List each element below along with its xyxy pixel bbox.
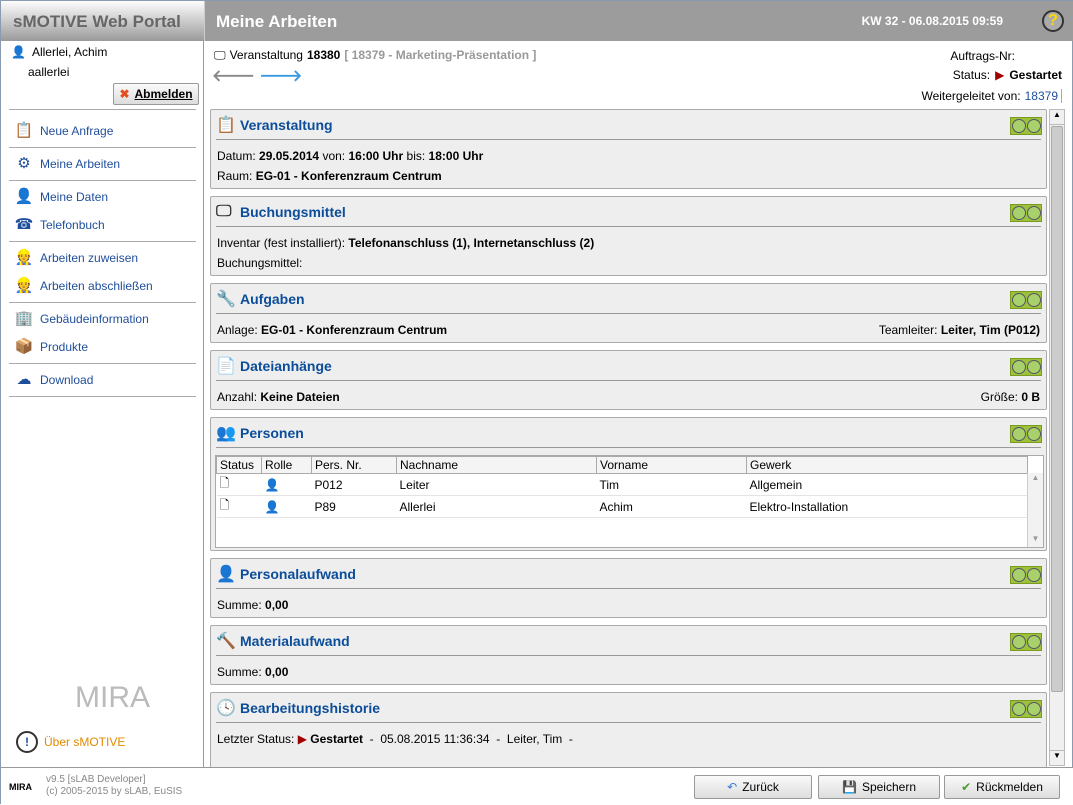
section-bearbeitungshistorie: 🕓 Bearbeitungshistorie Letzter Status: ▶ … xyxy=(210,692,1047,768)
worker-check-icon: 👷 xyxy=(14,277,34,294)
traffic-light-icon xyxy=(1010,566,1042,584)
product-icon: 📦 xyxy=(14,338,34,355)
save-button[interactable]: 💾 Speichern xyxy=(818,775,940,799)
play-icon: ▶ xyxy=(995,68,1005,82)
section-buchungsmittel: 🖵 Buchungsmittel Inventar (fest installie… xyxy=(210,196,1047,276)
gears-icon: ⚙ xyxy=(17,155,31,172)
section-veranstaltung: 📋 Veranstaltung Datum: 29.05.2014 von: 16… xyxy=(210,109,1047,189)
sidebar-item-produkte[interactable]: 📦 Produkte xyxy=(13,333,196,361)
copyright: (c) 2005-2015 by sLAB, EuSIS xyxy=(46,786,183,797)
phone-icon: ☎ xyxy=(14,216,34,233)
forwarded-link[interactable]: 18379 xyxy=(1025,89,1058,103)
check-icon: ✔ xyxy=(961,780,972,794)
order-number-label: Auftrags-Nr: xyxy=(950,49,1015,63)
document-icon: 🗋 xyxy=(216,473,262,496)
new-request-icon: 📋 xyxy=(14,122,34,139)
person-icon: 👤 xyxy=(14,188,34,205)
worker-icon: 👷 xyxy=(14,249,34,266)
table-row[interactable]: 🗋 👤 P89 Allerlei Achim Elektro-Installation xyxy=(216,495,1028,518)
sidebar-item-arbeiten-abschliessen[interactable]: 👷 Arbeiten abschließen xyxy=(13,272,196,300)
sidebar-item-meine-arbeiten[interactable]: ⚙ Meine Arbeiten xyxy=(13,150,196,178)
sidebar-item-gebaeudeinformation[interactable]: 🏢 Gebäudeinformation xyxy=(13,305,196,333)
table-row[interactable]: 🗋 👤 P012 Leiter Tim Allgemein xyxy=(216,473,1028,496)
page-title: Meine Arbeiten xyxy=(216,12,338,31)
sidebar-item-telefonbuch[interactable]: ☎ Telefonbuch xyxy=(13,211,196,239)
section-aufgaben: 🔧 Aufgaben Anlage: EG-01 - Konferenzraum … xyxy=(210,283,1047,343)
traffic-light-icon xyxy=(1010,117,1042,135)
traffic-light-icon xyxy=(1010,700,1042,718)
status-value: Gestartet xyxy=(1009,68,1062,82)
close-icon: ✖ xyxy=(119,87,130,101)
report-button[interactable]: ✔ Rückmelden xyxy=(944,775,1060,799)
document-icon: 🗋 xyxy=(216,495,262,518)
footer: MIRA v9.5 [sLAB Developer] (c) 2005-2015 … xyxy=(1,767,1073,805)
back-button[interactable]: ↶ Zurück xyxy=(694,775,812,799)
attachment-icon: 📄 xyxy=(216,357,236,375)
scroll-up-icon[interactable]: ▲ xyxy=(1050,110,1064,125)
wrench-icon: 🔧 xyxy=(216,290,236,308)
sidebar-item-neue-anfrage[interactable]: 📋 Neue Anfrage xyxy=(13,117,196,145)
info-icon: ! xyxy=(16,731,38,753)
sidebar: 👤 Allerlei, Achim aallerlei ✖ Abmelden 📋 Ne… xyxy=(1,41,204,767)
user-name: Allerlei, Achim xyxy=(31,45,108,59)
floppy-icon: 💾 xyxy=(842,780,857,794)
persons-icon: 👥 xyxy=(216,424,236,442)
presentation-board-icon: 🖵 xyxy=(216,202,232,220)
footer-logo: MIRA xyxy=(9,782,32,792)
cloud-download-icon: ☁ xyxy=(16,371,32,388)
worker-icon: 👤 xyxy=(261,495,312,518)
sidebar-item-meine-daten[interactable]: 👤 Meine Daten xyxy=(13,183,196,211)
user-icon: 👤 xyxy=(11,45,26,59)
section-personen: 👥 Personen Status Rolle Pers. Nr. Nachname Vo… xyxy=(210,417,1047,551)
building-icon: 🏢 xyxy=(14,310,34,327)
history-icon: 🕓 xyxy=(216,699,236,717)
section-dateianhaenge: 📄 Dateianhänge Anzahl: Keine Dateien Größe… xyxy=(210,350,1047,410)
clipboard-icon: 📋 xyxy=(216,116,236,134)
about-link[interactable]: ! Über sMOTIVE xyxy=(16,731,125,753)
traffic-light-icon xyxy=(1010,358,1042,376)
persons-table: Status Rolle Pers. Nr. Nachname Vorname Gewer… xyxy=(215,455,1044,548)
traffic-light-icon xyxy=(1010,633,1042,651)
traffic-light-icon xyxy=(1010,425,1042,443)
sidebar-item-download[interactable]: ☁ Download xyxy=(13,366,196,394)
help-icon[interactable]: ? xyxy=(1042,10,1064,32)
person-clock-icon: 👤 xyxy=(216,565,236,583)
section-materialaufwand: 🔨 Materialaufwand Summe: 0,00 xyxy=(210,625,1047,685)
arrow-left-icon[interactable]: 🡐 xyxy=(212,68,255,85)
app-title: sMOTIVE Web Portal xyxy=(1,1,204,41)
leader-icon: 👤 xyxy=(261,473,312,496)
presentation-icon: 🖵 xyxy=(214,48,226,62)
traffic-light-icon xyxy=(1010,204,1042,222)
header: Meine Arbeiten KW 32 - 06.08.2015 09:59 … xyxy=(204,1,1073,41)
scrollbar-thumb[interactable] xyxy=(1051,126,1063,692)
arrow-right-icon[interactable]: 🡒 xyxy=(259,68,302,85)
sidebar-item-arbeiten-zuweisen[interactable]: 👷 Arbeiten zuweisen xyxy=(13,244,196,272)
play-icon: ▶ xyxy=(297,732,307,746)
traffic-light-icon xyxy=(1010,291,1042,309)
section-personalaufwand: 👤 Personalaufwand Summe: 0,00 xyxy=(210,558,1047,618)
hammer-icon: 🔨 xyxy=(216,632,236,650)
mira-logo: MIRA xyxy=(75,681,150,714)
version: v9.5 [sLAB Developer] xyxy=(46,774,146,785)
scroll-down-icon[interactable]: ▼ xyxy=(1050,750,1064,765)
undo-icon: ↶ xyxy=(727,780,738,794)
user-login: aallerlei xyxy=(28,65,70,79)
record-title: 🖵 Veranstaltung 18380[ 18379 - Marketing-P… xyxy=(214,48,537,62)
datetime: KW 32 - 06.08.2015 09:59 xyxy=(861,14,1003,28)
logout-button[interactable]: ✖ Abmelden xyxy=(113,83,199,105)
table-scrollbar[interactable]: ▲ ▼ xyxy=(1027,473,1043,547)
main-scrollbar[interactable]: ▲ ▼ xyxy=(1049,109,1065,766)
